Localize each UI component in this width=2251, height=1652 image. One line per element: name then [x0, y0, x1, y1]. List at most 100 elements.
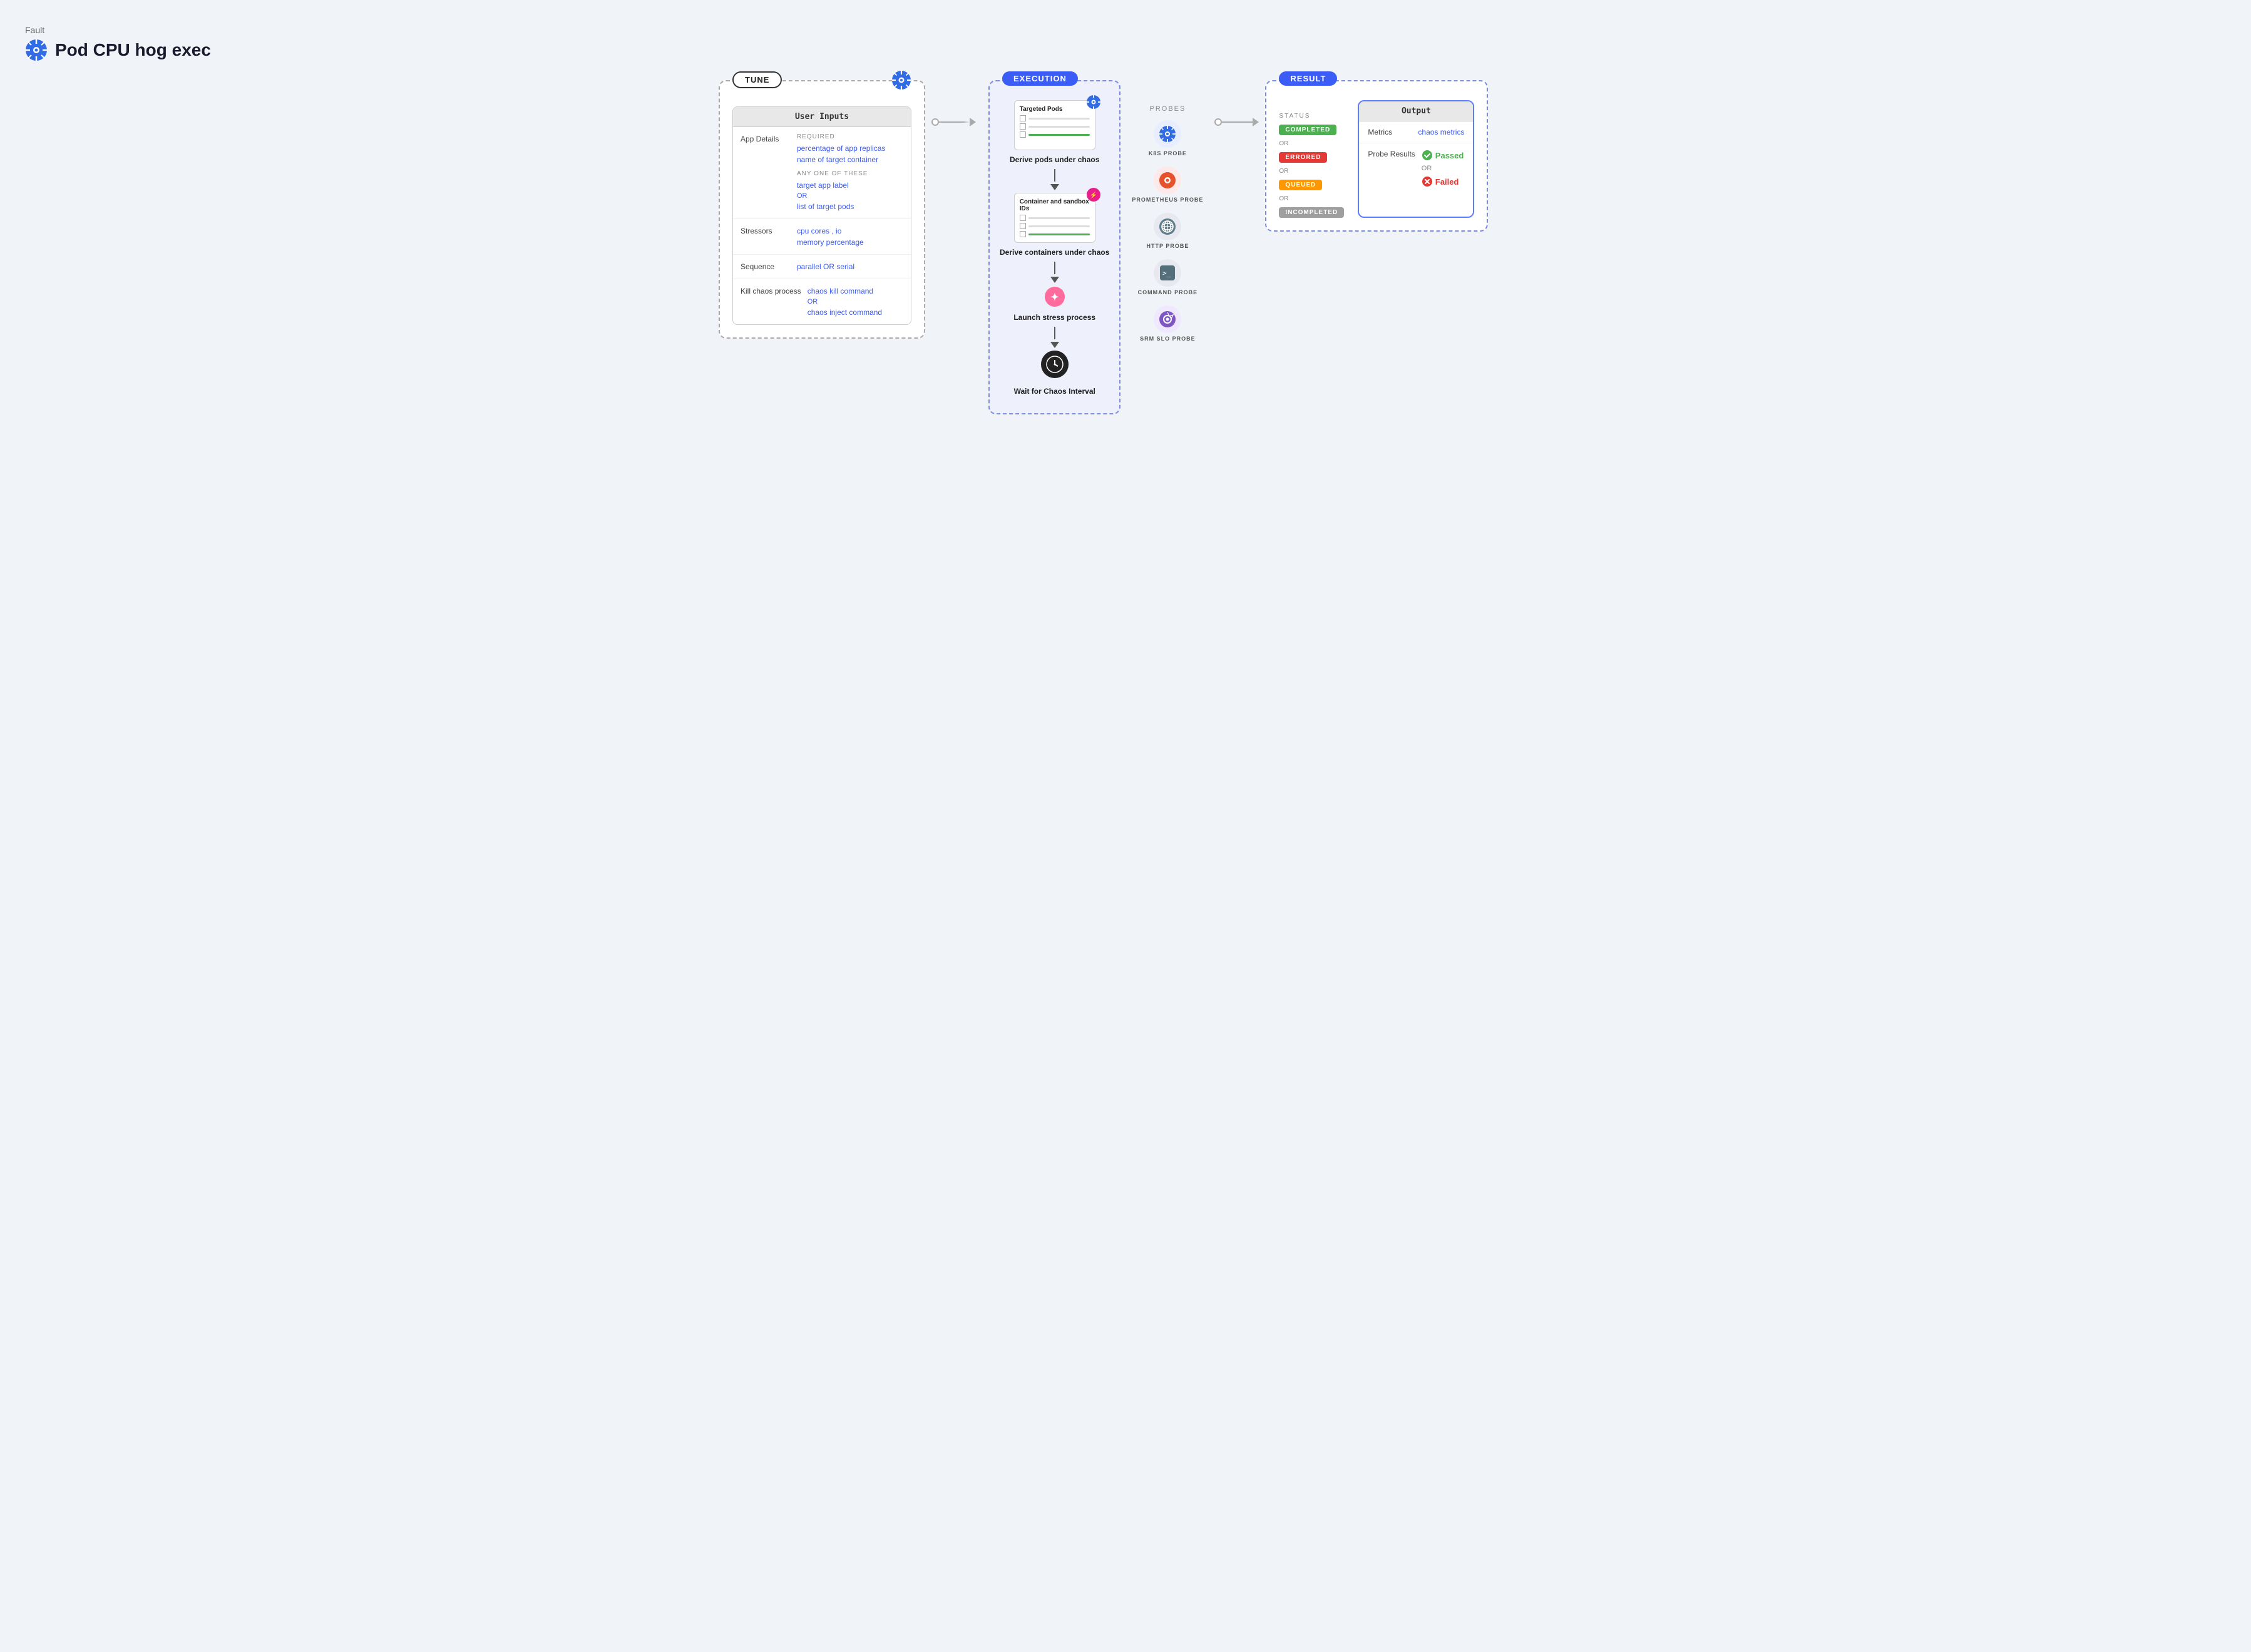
- probe-result-values: Passed OR Failed: [1422, 150, 1464, 187]
- page-header: Fault Pod CPU hog exec: [25, 25, 2226, 61]
- step1-label: Derive pods under chaos: [1010, 155, 1099, 164]
- user-inputs-header: User Inputs: [733, 107, 911, 127]
- cpu-cores-link: cpu cores , io: [797, 225, 903, 237]
- any-one-tag: ANY ONE OF THESE: [797, 170, 903, 177]
- badge-completed: COMPLETED: [1279, 125, 1336, 135]
- probes-to-result-arrow: [1208, 118, 1265, 126]
- sequence-content: parallel OR serial: [797, 261, 903, 272]
- required-tag: REQUIRED: [797, 133, 903, 140]
- result-section: RESULT STATUS COMPLETED OR ERRORED OR QU…: [1265, 80, 1488, 232]
- svg-text:>_: >_: [1162, 269, 1171, 277]
- inject-command-link: chaos inject command: [808, 307, 903, 318]
- step-connector-3: [1054, 327, 1055, 339]
- prometheus-probe-label: PROMETHEUS PROBE: [1132, 197, 1203, 203]
- badge-errored: ERRORED: [1279, 152, 1327, 163]
- fault-label: Fault: [25, 25, 2226, 35]
- tune-to-exec-arrow: [925, 118, 982, 126]
- step1-lines: [1020, 115, 1090, 138]
- step-arrow-3: [1050, 342, 1059, 348]
- step1-title: Targeted Pods: [1020, 106, 1090, 113]
- or-text-2: OR: [808, 298, 903, 305]
- step-4-group: Wait for Chaos Interval: [1014, 351, 1095, 401]
- result-label: RESULT: [1279, 71, 1337, 86]
- passed-icon: [1422, 150, 1433, 161]
- probes-section: PROBES: [1127, 80, 1208, 348]
- step-2-group: ⚡ Container and sandbox IDs Derive conta…: [1000, 193, 1109, 262]
- step2-badge-icon: ⚡: [1086, 187, 1101, 202]
- memory-link: memory percentage: [797, 237, 903, 248]
- helm-icon: [25, 39, 48, 61]
- execution-section: EXECUTION Targeted Pods: [988, 80, 1120, 414]
- step-arrow-2: [1050, 277, 1059, 283]
- status-heading: STATUS: [1279, 113, 1348, 120]
- srm-probe-icon: [1154, 305, 1181, 333]
- parallel-serial-link: parallel OR serial: [797, 261, 903, 272]
- tune-label: TUNE: [732, 71, 782, 88]
- kill-command-link: chaos kill command: [808, 285, 903, 297]
- target-label-link: target app label: [797, 180, 903, 191]
- badge-queued: QUEUED: [1279, 180, 1322, 190]
- probe-items: K8S PROBE PROMETHEUS PROBE: [1132, 120, 1203, 342]
- stress-icon: ✦: [1043, 285, 1066, 308]
- or-text-1: OR: [797, 192, 903, 200]
- kill-chaos-label: Kill chaos process: [741, 285, 801, 295]
- step-connector-2: [1054, 262, 1055, 274]
- k8s-probe-label: K8S PROBE: [1149, 150, 1187, 156]
- metrics-row: Metrics chaos metrics: [1359, 121, 1473, 143]
- step-2-card: ⚡ Container and sandbox IDs: [1014, 193, 1095, 243]
- prometheus-probe-icon: [1154, 167, 1181, 194]
- page-title: Pod CPU hog exec: [25, 39, 2226, 61]
- probe-or-text: OR: [1422, 165, 1464, 172]
- step3-label: Launch stress process: [1013, 313, 1095, 322]
- step-3-group: ✦ Launch stress process: [1013, 285, 1095, 327]
- prometheus-probe-item: PROMETHEUS PROBE: [1132, 167, 1203, 203]
- percentage-link: percentage of app replicas: [797, 143, 903, 154]
- clock-icon: [1041, 351, 1069, 378]
- kill-chaos-content: chaos kill command OR chaos inject comma…: [808, 285, 903, 318]
- http-probe-label: HTTP PROBE: [1146, 243, 1189, 249]
- command-probe-icon: >_: [1154, 259, 1181, 287]
- failed-icon: [1422, 176, 1433, 187]
- k8s-probe-item: K8S PROBE: [1149, 120, 1187, 156]
- svg-text:⚡: ⚡: [1089, 191, 1097, 199]
- step2-label: Derive containers under chaos: [1000, 248, 1109, 257]
- status-badges: COMPLETED OR ERRORED OR QUEUED OR INCOMP…: [1279, 125, 1348, 218]
- probes-label: PROBES: [1132, 105, 1203, 113]
- app-details-content: REQUIRED percentage of app replicas name…: [797, 133, 903, 212]
- command-probe-label: COMMAND PROBE: [1138, 289, 1198, 295]
- step4-label: Wait for Chaos Interval: [1014, 387, 1095, 396]
- step-1-card: Targeted Pods: [1014, 100, 1095, 150]
- metrics-label: Metrics: [1368, 128, 1412, 136]
- tune-section: TUNE User Inputs App Details REQUIRED: [719, 80, 925, 339]
- exec-steps: Targeted Pods Derive pods under chaos: [1000, 94, 1109, 401]
- user-inputs-box: User Inputs App Details REQUIRED percent…: [732, 106, 911, 325]
- http-probe-item: HTTP PROBE: [1146, 213, 1189, 249]
- app-details-label: App Details: [741, 133, 791, 143]
- metrics-value: chaos metrics: [1418, 128, 1464, 136]
- output-box: Output Metrics chaos metrics Probe Resul…: [1358, 100, 1474, 218]
- srm-probe-item: SRM SLO PROBE: [1140, 305, 1196, 342]
- step2-lines: [1020, 215, 1090, 237]
- passed-text: Passed: [1422, 150, 1464, 161]
- app-details-row: App Details REQUIRED percentage of app r…: [733, 127, 911, 219]
- tune-helm-badge: [891, 70, 911, 90]
- step-1-group: Targeted Pods Derive pods under chaos: [1010, 100, 1099, 169]
- sequence-label: Sequence: [741, 261, 791, 271]
- stressors-row: Stressors cpu cores , io memory percenta…: [733, 219, 911, 255]
- or-3: OR: [1279, 195, 1348, 202]
- execution-label: EXECUTION: [1002, 71, 1078, 86]
- http-probe-icon: [1154, 213, 1181, 240]
- probe-results-label: Probe Results: [1368, 150, 1415, 158]
- probe-results-row: Probe Results Passed OR: [1359, 143, 1473, 193]
- badge-incompleted: INCOMPLETED: [1279, 207, 1344, 218]
- status-column: STATUS COMPLETED OR ERRORED OR QUEUED OR…: [1279, 100, 1348, 218]
- svg-text:✦: ✦: [1050, 292, 1059, 303]
- target-pods-link: list of target pods: [797, 201, 903, 212]
- container-link: name of target container: [797, 154, 903, 165]
- output-header: Output: [1359, 101, 1473, 121]
- result-inner: STATUS COMPLETED OR ERRORED OR QUEUED OR…: [1279, 100, 1474, 218]
- step-connector-1: [1054, 169, 1055, 182]
- step2-title: Container and sandbox IDs: [1020, 198, 1090, 212]
- srm-probe-label: SRM SLO PROBE: [1140, 336, 1196, 342]
- k8s-probe-icon: [1154, 120, 1181, 148]
